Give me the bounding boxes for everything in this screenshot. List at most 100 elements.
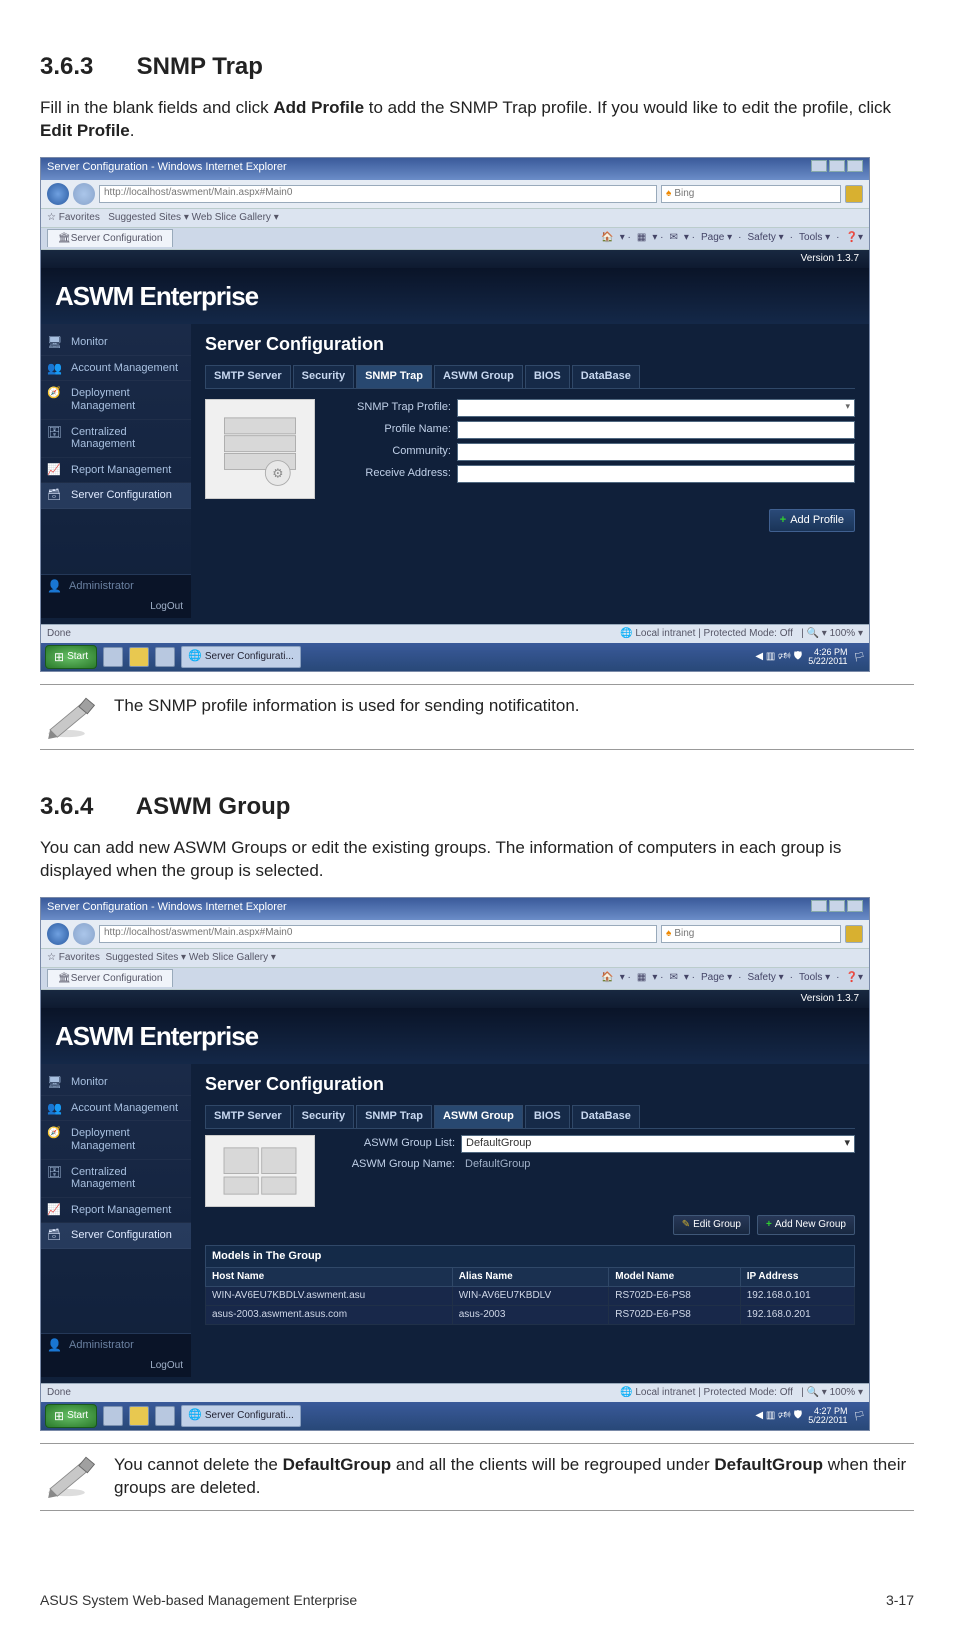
- tray-icon[interactable]: ◀ ▥ 🕬 🛡: [755, 1409, 802, 1423]
- tab-aswm-group[interactable]: ASWM Group: [434, 1105, 523, 1127]
- help-menu[interactable]: ❓▾: [846, 231, 863, 245]
- browser-address-row: http://localhost/aswment/Main.aspx#Main0…: [41, 180, 869, 209]
- select-group-list[interactable]: DefaultGroup▾: [461, 1135, 855, 1153]
- taskbar-icon-2[interactable]: [129, 1406, 149, 1426]
- taskbar-icon-2[interactable]: [129, 647, 149, 667]
- col-alias[interactable]: Alias Name: [452, 1267, 609, 1286]
- bing-icon: ♠: [666, 187, 671, 201]
- add-new-group-button[interactable]: Add New Group: [757, 1215, 855, 1235]
- tray-flag-icon[interactable]: 🏳: [854, 651, 865, 664]
- browser-tab[interactable]: 🏛 Server Configuration: [47, 969, 173, 987]
- table-row[interactable]: WIN-AV6EU7KBDLV.aswment.asu WIN-AV6EU7KB…: [206, 1286, 855, 1305]
- window-buttons[interactable]: [809, 900, 863, 917]
- mail-icon[interactable]: ✉: [669, 971, 677, 985]
- models-in-group-title: Models in The Group: [205, 1245, 855, 1267]
- tab-security[interactable]: Security: [293, 1105, 354, 1127]
- taskbar-icon-3[interactable]: [155, 1406, 175, 1426]
- sidebar-item-deployment[interactable]: Deployment Management: [41, 1121, 191, 1159]
- sidebar-item-report[interactable]: Report Management: [41, 1198, 191, 1224]
- page-menu[interactable]: Page ▾: [701, 971, 732, 985]
- tab-database[interactable]: DataBase: [572, 365, 640, 387]
- tab-smtp[interactable]: SMTP Server: [205, 365, 291, 387]
- window-buttons[interactable]: [809, 160, 863, 177]
- forward-button[interactable]: [73, 183, 95, 205]
- page-menu[interactable]: Page ▾: [701, 231, 732, 245]
- taskbar-icon-3[interactable]: [155, 647, 175, 667]
- home-icon[interactable]: 🏠: [601, 971, 613, 985]
- safety-menu[interactable]: Safety ▾: [748, 971, 784, 985]
- sidebar-item-monitor[interactable]: Monitor: [41, 1070, 191, 1096]
- sidebar-item-centralized[interactable]: Centralized Management: [41, 420, 191, 458]
- select-snmp-profile[interactable]: [457, 399, 855, 417]
- start-button[interactable]: Start: [45, 1404, 97, 1429]
- sidebar-item-monitor[interactable]: Monitor: [41, 330, 191, 356]
- home-icon[interactable]: 🏠: [601, 231, 613, 245]
- fav-links[interactable]: Suggested Sites ▾ Web Slice Gallery ▾: [108, 212, 279, 223]
- table-row[interactable]: asus-2003.aswment.asus.com asus-2003 RS7…: [206, 1305, 855, 1324]
- start-button[interactable]: Start: [45, 645, 97, 670]
- sidebar-item-server-config[interactable]: Server Configuration: [41, 1223, 191, 1249]
- taskbar-task[interactable]: Server Configurati...: [181, 1405, 301, 1426]
- footer-right: 3-17: [886, 1591, 914, 1611]
- url-input[interactable]: http://localhost/aswment/Main.aspx#Main0: [99, 185, 657, 203]
- windows-taskbar: Start Server Configurati... ◀ ▥ 🕬 🛡 4:26…: [41, 643, 869, 671]
- sidebar-item-deployment[interactable]: Deployment Management: [41, 381, 191, 419]
- tab-snmp-trap[interactable]: SNMP Trap: [356, 365, 432, 387]
- heading-364-num: 3.6.4: [40, 790, 130, 824]
- col-model[interactable]: Model Name: [609, 1267, 741, 1286]
- logout-link[interactable]: LogOut: [41, 1357, 191, 1377]
- central-icon: [47, 426, 63, 442]
- url-input[interactable]: http://localhost/aswment/Main.aspx#Main0: [99, 925, 657, 943]
- back-button[interactable]: [47, 923, 69, 945]
- server-icon: [47, 489, 63, 505]
- tab-smtp[interactable]: SMTP Server: [205, 1105, 291, 1127]
- chevron-down-icon: ▾: [844, 1136, 850, 1151]
- tools-menu[interactable]: Tools ▾: [799, 971, 830, 985]
- search-go-icon[interactable]: [845, 925, 863, 943]
- deploy-icon: [47, 387, 63, 403]
- tray-icon[interactable]: ◀ ▥ 🕬 🛡: [755, 650, 802, 664]
- favorites-label[interactable]: ☆ Favorites: [47, 212, 100, 223]
- safety-menu[interactable]: Safety ▾: [748, 231, 784, 245]
- sidebar-item-report[interactable]: Report Management: [41, 458, 191, 484]
- tab-aswm-group[interactable]: ASWM Group: [434, 365, 523, 387]
- taskbar-icon-1[interactable]: [103, 1406, 123, 1426]
- favorites-label[interactable]: ☆ Favorites: [47, 952, 100, 963]
- col-host[interactable]: Host Name: [206, 1267, 453, 1286]
- monitor-icon: [47, 336, 63, 352]
- input-profile-name[interactable]: [457, 421, 855, 439]
- back-button[interactable]: [47, 183, 69, 205]
- sidebar-item-account[interactable]: Account Management: [41, 356, 191, 382]
- page-title: Server Configuration: [205, 1072, 855, 1097]
- sidebar-item-account[interactable]: Account Management: [41, 1096, 191, 1122]
- tab-database[interactable]: DataBase: [572, 1105, 640, 1127]
- taskbar-icon-1[interactable]: [103, 647, 123, 667]
- input-receive-address[interactable]: [457, 465, 855, 483]
- tab-snmp-trap[interactable]: SNMP Trap: [356, 1105, 432, 1127]
- sidebar-item-server-config[interactable]: Server Configuration: [41, 483, 191, 509]
- forward-button[interactable]: [73, 923, 95, 945]
- input-community[interactable]: [457, 443, 855, 461]
- tools-menu[interactable]: Tools ▾: [799, 231, 830, 245]
- help-menu[interactable]: ❓▾: [846, 971, 863, 985]
- search-input[interactable]: ♠Bing: [661, 185, 841, 203]
- mail-icon[interactable]: ✉: [669, 231, 677, 245]
- taskbar-task[interactable]: Server Configurati...: [181, 646, 301, 667]
- tab-bios[interactable]: BIOS: [525, 365, 570, 387]
- value-group-name: DefaultGroup: [461, 1157, 530, 1172]
- add-profile-button[interactable]: + Add Profile: [769, 509, 855, 532]
- sidebar-item-centralized[interactable]: Centralized Management: [41, 1160, 191, 1198]
- bing-icon: ♠: [666, 927, 671, 941]
- search-input[interactable]: ♠Bing: [661, 925, 841, 943]
- feed-icon[interactable]: ▦: [637, 971, 646, 985]
- favorites-bar: ☆ Favorites Suggested Sites ▾ Web Slice …: [41, 209, 869, 228]
- col-ip[interactable]: IP Address: [740, 1267, 854, 1286]
- feed-icon[interactable]: ▦: [637, 231, 646, 245]
- edit-group-button[interactable]: Edit Group: [673, 1215, 750, 1235]
- tab-security[interactable]: Security: [293, 365, 354, 387]
- tray-flag-icon[interactable]: 🏳: [854, 1410, 865, 1423]
- browser-tab[interactable]: 🏛 Server Configuration: [47, 229, 173, 247]
- search-go-icon[interactable]: [845, 185, 863, 203]
- logout-link[interactable]: LogOut: [41, 598, 191, 618]
- tab-bios[interactable]: BIOS: [525, 1105, 570, 1127]
